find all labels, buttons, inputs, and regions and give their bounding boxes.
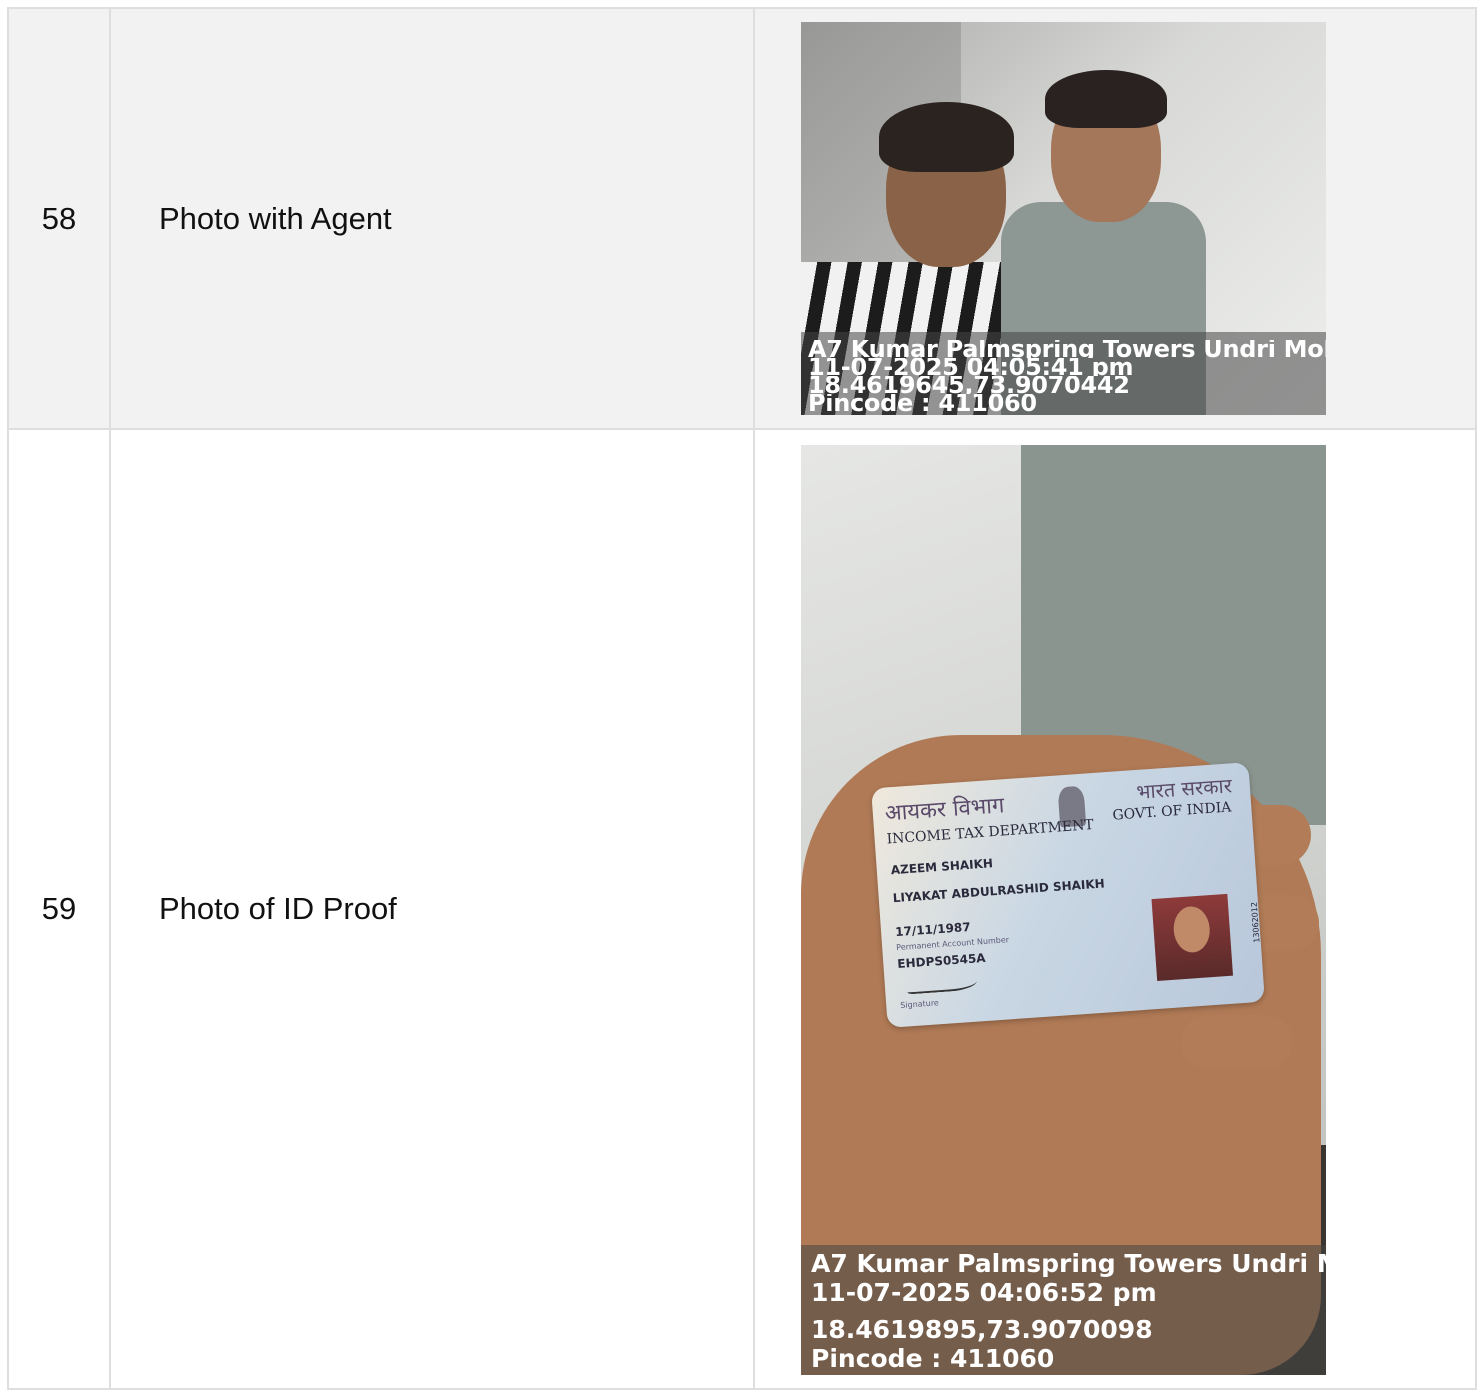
geo-stamp: A7 Kumar Palmspring Towers Undri Mohama … <box>801 332 1326 415</box>
table-row: 58 Photo with Agent A7 Kumar Palmspring … <box>7 7 1477 430</box>
card-dob: 17/11/1987 <box>894 919 972 940</box>
row-label: Photo with Agent <box>109 7 755 430</box>
signature-mark <box>906 967 978 995</box>
card-name: AZEEM SHAIKH <box>890 856 994 878</box>
stamp-address: A7 Kumar Palmspring Towers Undri Mohama <box>811 1249 1326 1278</box>
stamp-datetime: 11-07-2025 04:05:41 pm <box>808 358 1134 376</box>
geo-stamp: A7 Kumar Palmspring Towers Undri Mohama … <box>801 1245 1326 1375</box>
pan-card: आयकर विभाग भारत सरकार INCOME TAX DEPARTM… <box>871 762 1265 1028</box>
stamp-datetime: 11-07-2025 04:06:52 pm <box>811 1278 1157 1307</box>
stamp-pincode: Pincode : 411060 <box>811 1344 1055 1373</box>
card-portrait <box>1151 893 1234 981</box>
card-father-name: LIYAKAT ABDULRASHID SHAIKH <box>892 876 1106 906</box>
table-row: 59 Photo of ID Proof आयकर विभाग भारत सरक… <box>7 428 1477 1390</box>
report-table: 58 Photo with Agent A7 Kumar Palmspring … <box>7 7 1477 1390</box>
stamp-coords: 18.4619645,73.9070442 <box>808 376 1130 394</box>
card-govt: GOVT. OF INDIA <box>1112 799 1232 824</box>
photo-cell: आयकर विभाग भारत सरकार INCOME TAX DEPARTM… <box>753 428 1477 1390</box>
row-number: 59 <box>7 428 111 1390</box>
stamp-address: A7 Kumar Palmspring Towers Undri Mohama <box>808 340 1326 358</box>
agent-photo[interactable]: A7 Kumar Palmspring Towers Undri Mohama … <box>801 22 1326 415</box>
row-number: 58 <box>7 7 111 430</box>
row-label: Photo of ID Proof <box>109 428 755 1390</box>
stamp-coords: 18.4619895,73.9070098 <box>811 1315 1153 1344</box>
card-hindi-dept: आयकर विभाग <box>884 793 1006 827</box>
stamp-pincode: Pincode : 411060 <box>808 394 1037 412</box>
card-signature-label: Signature <box>899 998 940 1010</box>
id-proof-photo[interactable]: आयकर विभाग भारत सरकार INCOME TAX DEPARTM… <box>801 445 1326 1375</box>
photo-cell: A7 Kumar Palmspring Towers Undri Mohama … <box>753 7 1477 430</box>
